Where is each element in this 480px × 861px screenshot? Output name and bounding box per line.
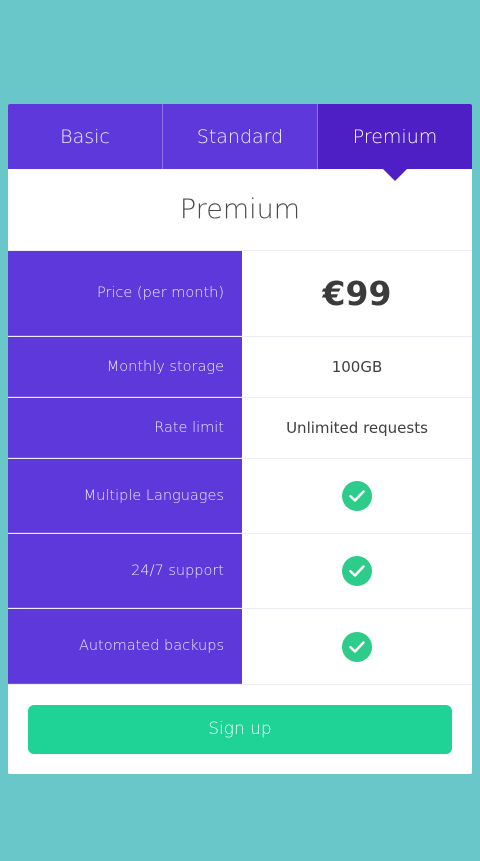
feature-value xyxy=(242,534,472,608)
pricing-card: Basic Standard Premium Premium Price (pe… xyxy=(8,104,472,774)
feature-label: Automated backups xyxy=(8,609,242,684)
feature-row-price: Price (per month) €99 xyxy=(8,251,472,337)
feature-row-languages: Multiple Languages xyxy=(8,459,472,534)
tab-premium[interactable]: Premium xyxy=(318,104,472,181)
feature-value xyxy=(242,609,472,684)
feature-row-rate-limit: Rate limit Unlimited requests xyxy=(8,398,472,459)
feature-row-support: 24/7 support xyxy=(8,534,472,609)
feature-value: Unlimited requests xyxy=(286,419,428,437)
check-icon xyxy=(342,631,372,662)
check-icon xyxy=(342,481,372,511)
feature-value: 100GB xyxy=(331,358,383,376)
feature-label: Monthly storage xyxy=(8,337,242,397)
feature-row-storage: Monthly storage 100GB xyxy=(8,337,472,398)
feature-label: Multiple Languages xyxy=(8,459,242,533)
tab-standard[interactable]: Standard xyxy=(163,104,318,169)
check-icon xyxy=(342,556,372,586)
plan-tabs: Basic Standard Premium xyxy=(8,104,472,181)
feature-label: 24/7 support xyxy=(8,534,242,608)
feature-label: Rate limit xyxy=(8,398,242,458)
tab-basic[interactable]: Basic xyxy=(8,104,163,169)
feature-value xyxy=(242,459,472,533)
card-footer: Sign up xyxy=(8,685,472,773)
feature-label: Price (per month) xyxy=(8,251,242,336)
plan-title: Premium xyxy=(8,169,472,251)
signup-button[interactable]: Sign up xyxy=(28,704,452,754)
price-value: €99 xyxy=(322,274,392,313)
feature-row-backups: Automated backups xyxy=(8,609,472,685)
